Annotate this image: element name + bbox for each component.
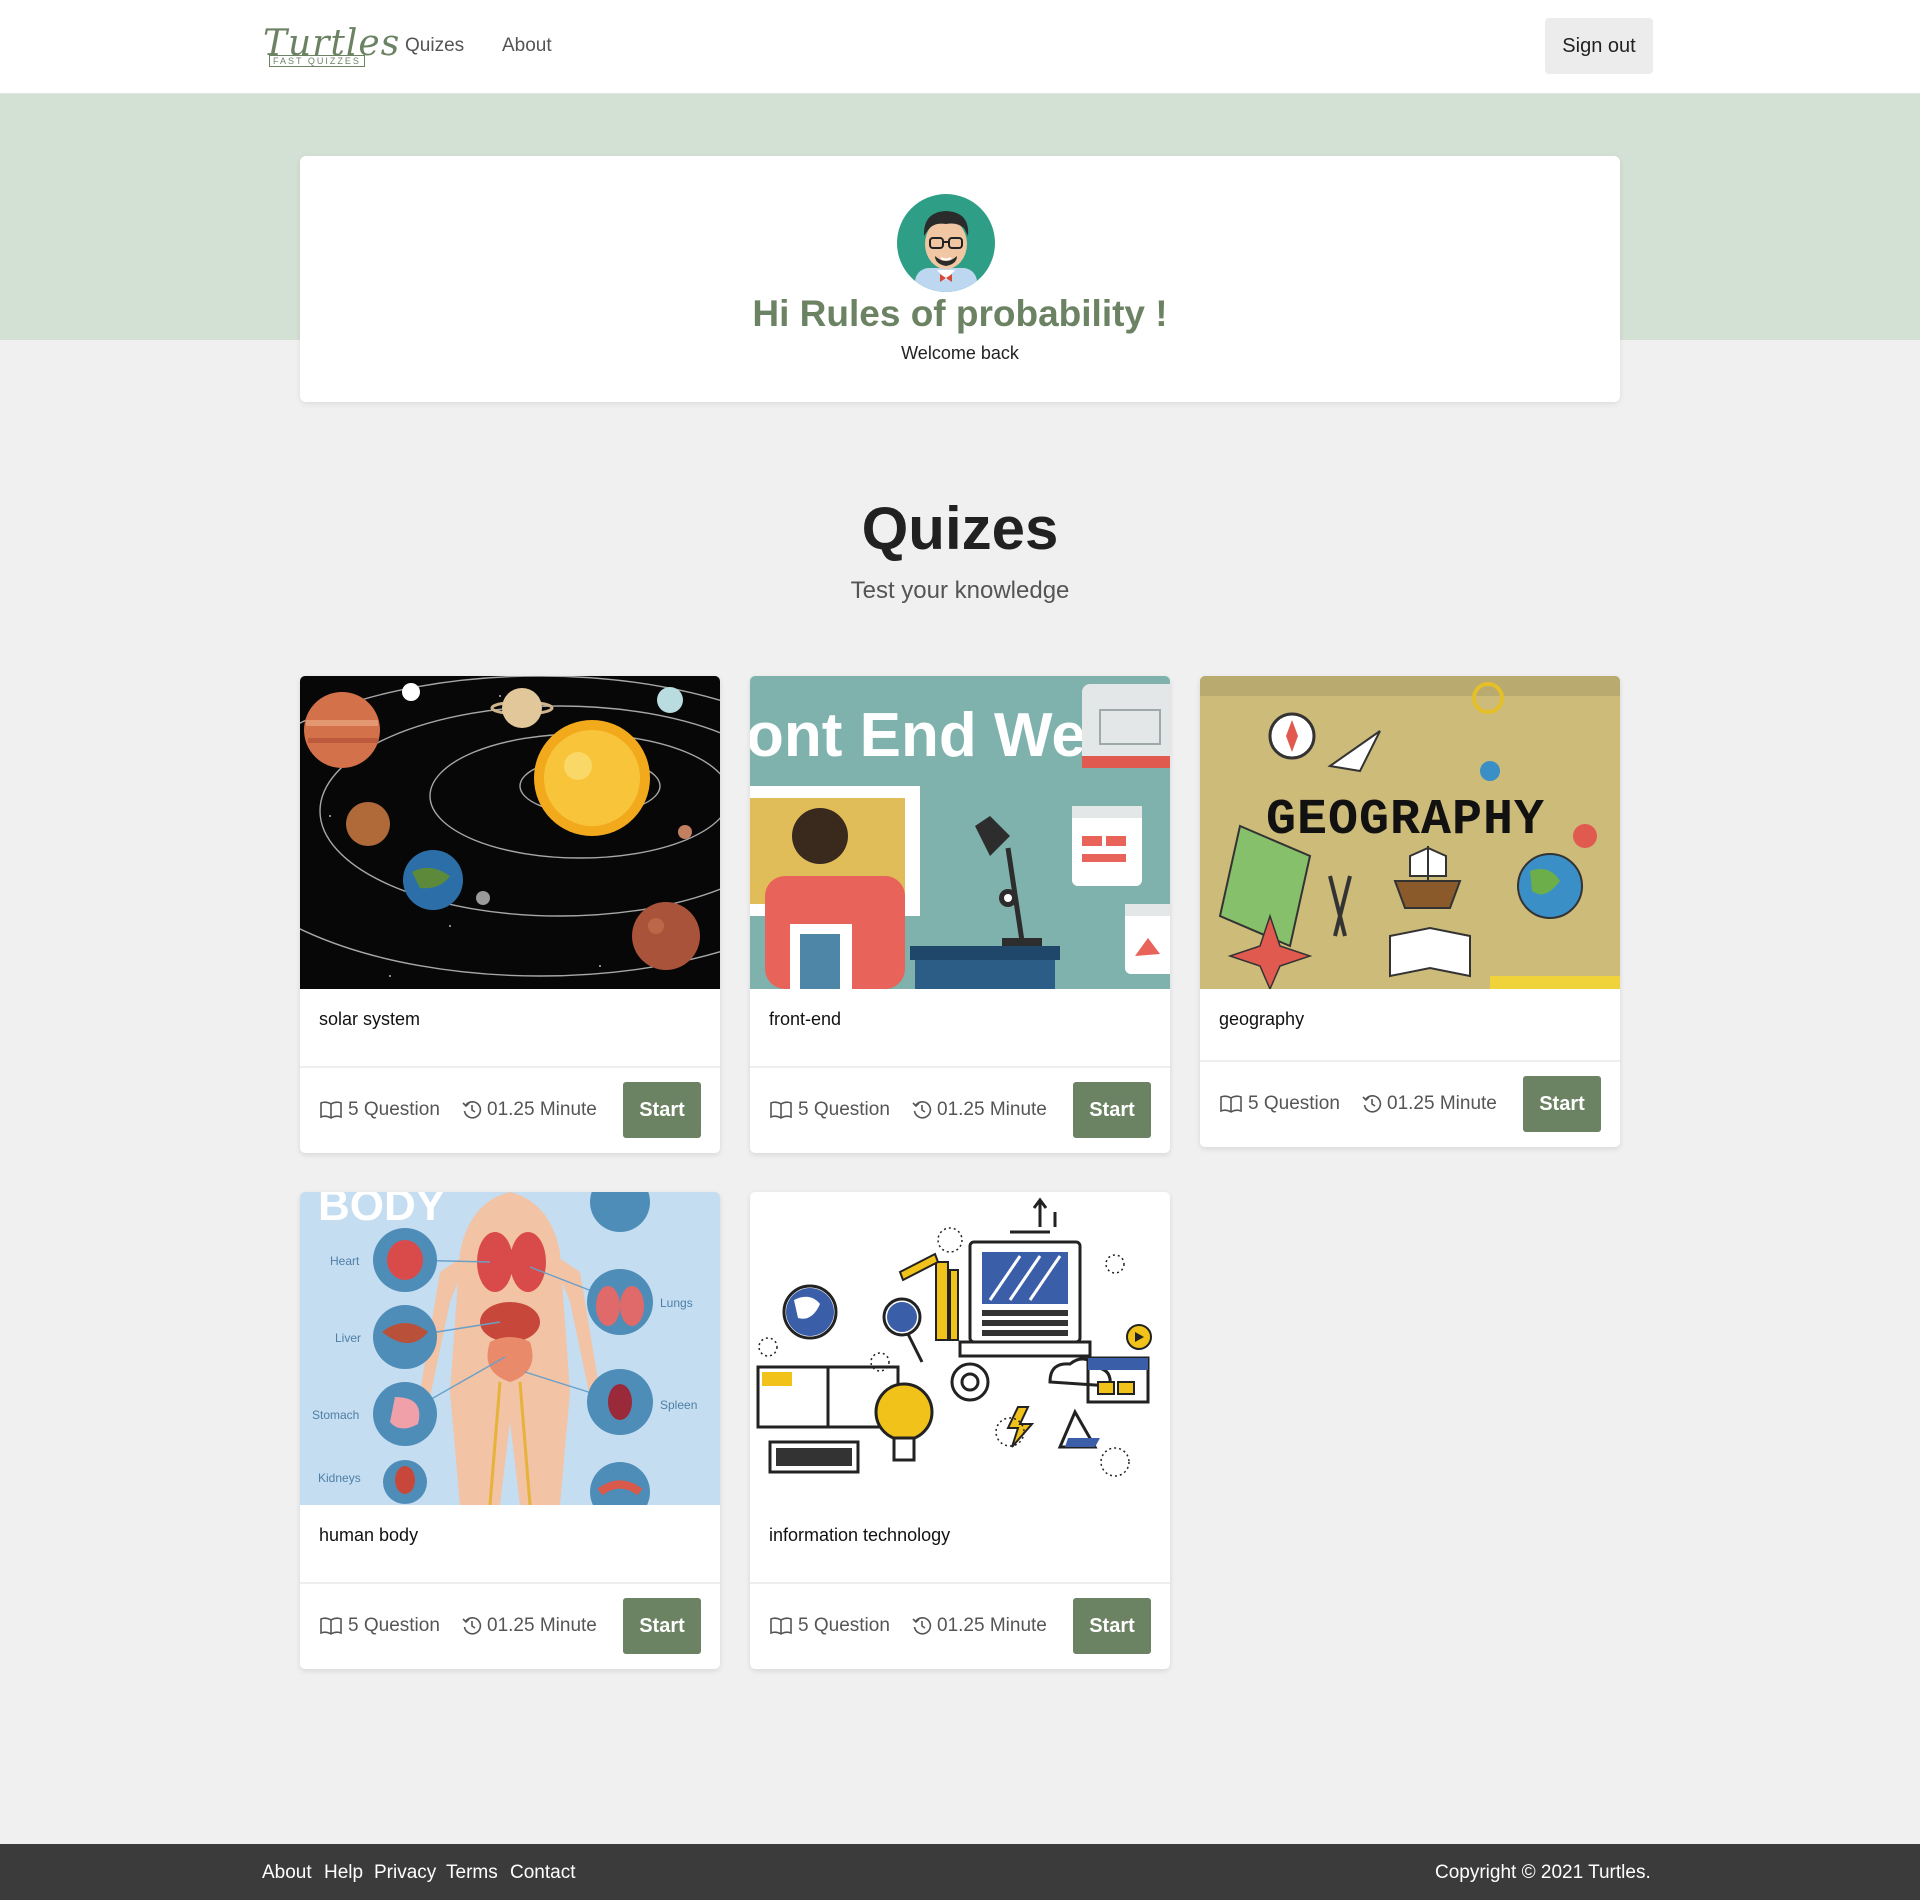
question-count: 5 Question	[1219, 1092, 1340, 1116]
card-divider	[750, 1066, 1170, 1068]
question-count-text: 5 Question	[798, 1099, 890, 1120]
question-count-text: 5 Question	[348, 1615, 440, 1636]
svg-text:Stomach: Stomach	[312, 1408, 359, 1422]
navbar: Turtles FAST QUIZZES Quizes About Sign o…	[0, 0, 1920, 94]
duration-text: 01.25 Minute	[487, 1615, 597, 1636]
duration-text: 01.25 Minute	[937, 1099, 1047, 1120]
question-count: 5 Question	[769, 1098, 890, 1122]
book-icon	[770, 1617, 792, 1635]
footer: About Help Privacy Terms Contact Copyrig…	[0, 1844, 1920, 1900]
front-end-image: ont End Web	[750, 676, 1170, 989]
user-avatar[interactable]	[897, 194, 995, 292]
svg-text:Liver: Liver	[335, 1331, 361, 1345]
duration: 01.25 Minute	[912, 1098, 1047, 1122]
book-icon	[1220, 1095, 1242, 1113]
solar-system-image	[300, 676, 720, 989]
svg-text:Lungs: Lungs	[660, 1296, 693, 1310]
history-clock-icon	[1362, 1095, 1382, 1113]
svg-text:Spleen: Spleen	[660, 1398, 697, 1412]
quiz-card-title: human body	[319, 1525, 419, 1545]
book-icon	[320, 1617, 342, 1635]
start-quiz-button[interactable]: Start	[623, 1082, 701, 1138]
human-body-image: BODY Heart Liver Stomach Kidneys Lungs S…	[300, 1192, 720, 1505]
quiz-card-title: front-end	[769, 1009, 842, 1029]
front-end-banner-text: ont End Web	[750, 701, 1124, 770]
start-quiz-button[interactable]: Start	[1073, 1598, 1151, 1654]
history-clock-icon	[912, 1101, 932, 1119]
duration-text: 01.25 Minute	[487, 1099, 597, 1120]
footer-link-privacy[interactable]: Privacy	[374, 1862, 436, 1884]
question-count: 5 Question	[769, 1614, 890, 1638]
card-divider	[300, 1582, 720, 1584]
book-icon	[320, 1101, 342, 1119]
footer-link-contact[interactable]: Contact	[510, 1862, 575, 1884]
question-count-text: 5 Question	[1248, 1093, 1340, 1114]
duration: 01.25 Minute	[912, 1614, 1047, 1638]
footer-link-terms[interactable]: Terms	[446, 1862, 498, 1884]
quiz-card-solar-system: solar system 5 Question 01.25 Minute Sta…	[300, 676, 720, 1153]
profile-card: Hi Rules of probability ! Welcome back	[300, 156, 1620, 402]
card-divider	[750, 1582, 1170, 1584]
card-divider	[1200, 1060, 1620, 1062]
copyright-text: Copyright © 2021 Turtles.	[1435, 1862, 1651, 1883]
start-quiz-button[interactable]: Start	[623, 1598, 701, 1654]
nav-link-quizes[interactable]: Quizes	[405, 34, 464, 58]
sign-out-button[interactable]: Sign out	[1545, 18, 1653, 74]
information-technology-image	[750, 1192, 1170, 1505]
footer-link-about[interactable]: About	[262, 1862, 312, 1884]
quiz-card-geography: GEOGRAPHY geography 5 Question 01.25 Min…	[1200, 676, 1620, 1147]
brand-logo[interactable]: Turtles FAST QUIZZES	[263, 24, 399, 70]
book-icon	[770, 1101, 792, 1119]
svg-text:Kidneys: Kidneys	[318, 1471, 361, 1485]
quiz-card-title: solar system	[319, 1009, 421, 1029]
duration: 01.25 Minute	[462, 1098, 597, 1122]
question-count: 5 Question	[319, 1098, 440, 1122]
geography-image: GEOGRAPHY	[1200, 676, 1620, 989]
svg-text:Heart: Heart	[330, 1254, 360, 1268]
duration-text: 01.25 Minute	[1387, 1093, 1497, 1114]
history-clock-icon	[462, 1617, 482, 1635]
nav-link-about[interactable]: About	[502, 34, 552, 58]
duration: 01.25 Minute	[462, 1614, 597, 1638]
card-divider	[300, 1066, 720, 1068]
human-body-banner-text: BODY	[318, 1192, 445, 1230]
quiz-card-title: information technology	[769, 1525, 951, 1545]
quizes-subtitle: Test your knowledge	[850, 577, 1070, 604]
quiz-card-title: geography	[1219, 1009, 1305, 1029]
logo-tagline: FAST QUIZZES	[269, 55, 365, 67]
start-quiz-button[interactable]: Start	[1523, 1076, 1601, 1132]
greeting-heading: Hi Rules of probability !	[752, 293, 1168, 334]
question-count-text: 5 Question	[348, 1099, 440, 1120]
quiz-card-front-end: ont End Web front-end 5 Question 01.25 M…	[750, 676, 1170, 1153]
quizes-heading: Quizes	[861, 495, 1059, 562]
question-count-text: 5 Question	[798, 1615, 890, 1636]
footer-link-help[interactable]: Help	[324, 1862, 363, 1884]
duration: 01.25 Minute	[1362, 1092, 1497, 1116]
start-quiz-button[interactable]: Start	[1073, 1082, 1151, 1138]
quiz-card-human-body: BODY Heart Liver Stomach Kidneys Lungs S…	[300, 1192, 720, 1669]
history-clock-icon	[912, 1617, 932, 1635]
geography-banner-text: GEOGRAPHY	[1266, 792, 1545, 849]
duration-text: 01.25 Minute	[937, 1615, 1047, 1636]
history-clock-icon	[462, 1101, 482, 1119]
question-count: 5 Question	[319, 1614, 440, 1638]
welcome-text: Welcome back	[901, 343, 1019, 363]
quiz-card-information-technology: information technology 5 Question 01.25 …	[750, 1192, 1170, 1669]
